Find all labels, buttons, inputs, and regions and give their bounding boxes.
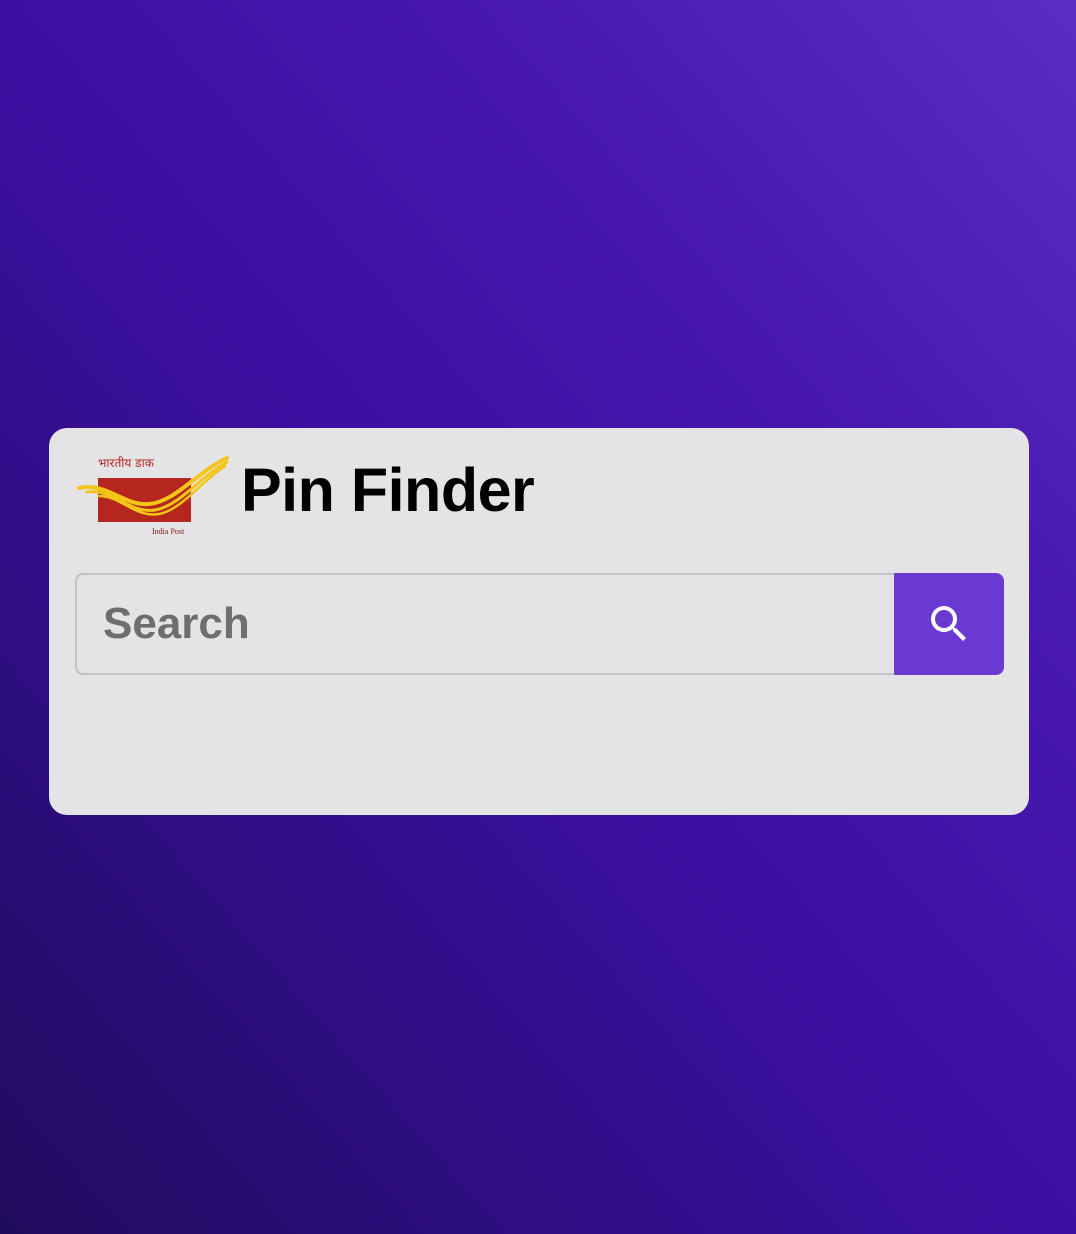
search-button[interactable] [894, 573, 1004, 675]
india-post-logo: भारतीय डाक India Post [77, 456, 229, 536]
logo-text-english: India Post [152, 527, 185, 536]
results-area [75, 690, 1004, 790]
pin-finder-card: भारतीय डाक India Post Pin Finder [49, 428, 1029, 815]
search-input[interactable] [75, 573, 896, 675]
search-bar [75, 573, 1004, 675]
page-title: Pin Finder [241, 456, 535, 524]
logo-text-hindi: भारतीय डाक [98, 456, 155, 470]
search-icon [931, 606, 966, 641]
